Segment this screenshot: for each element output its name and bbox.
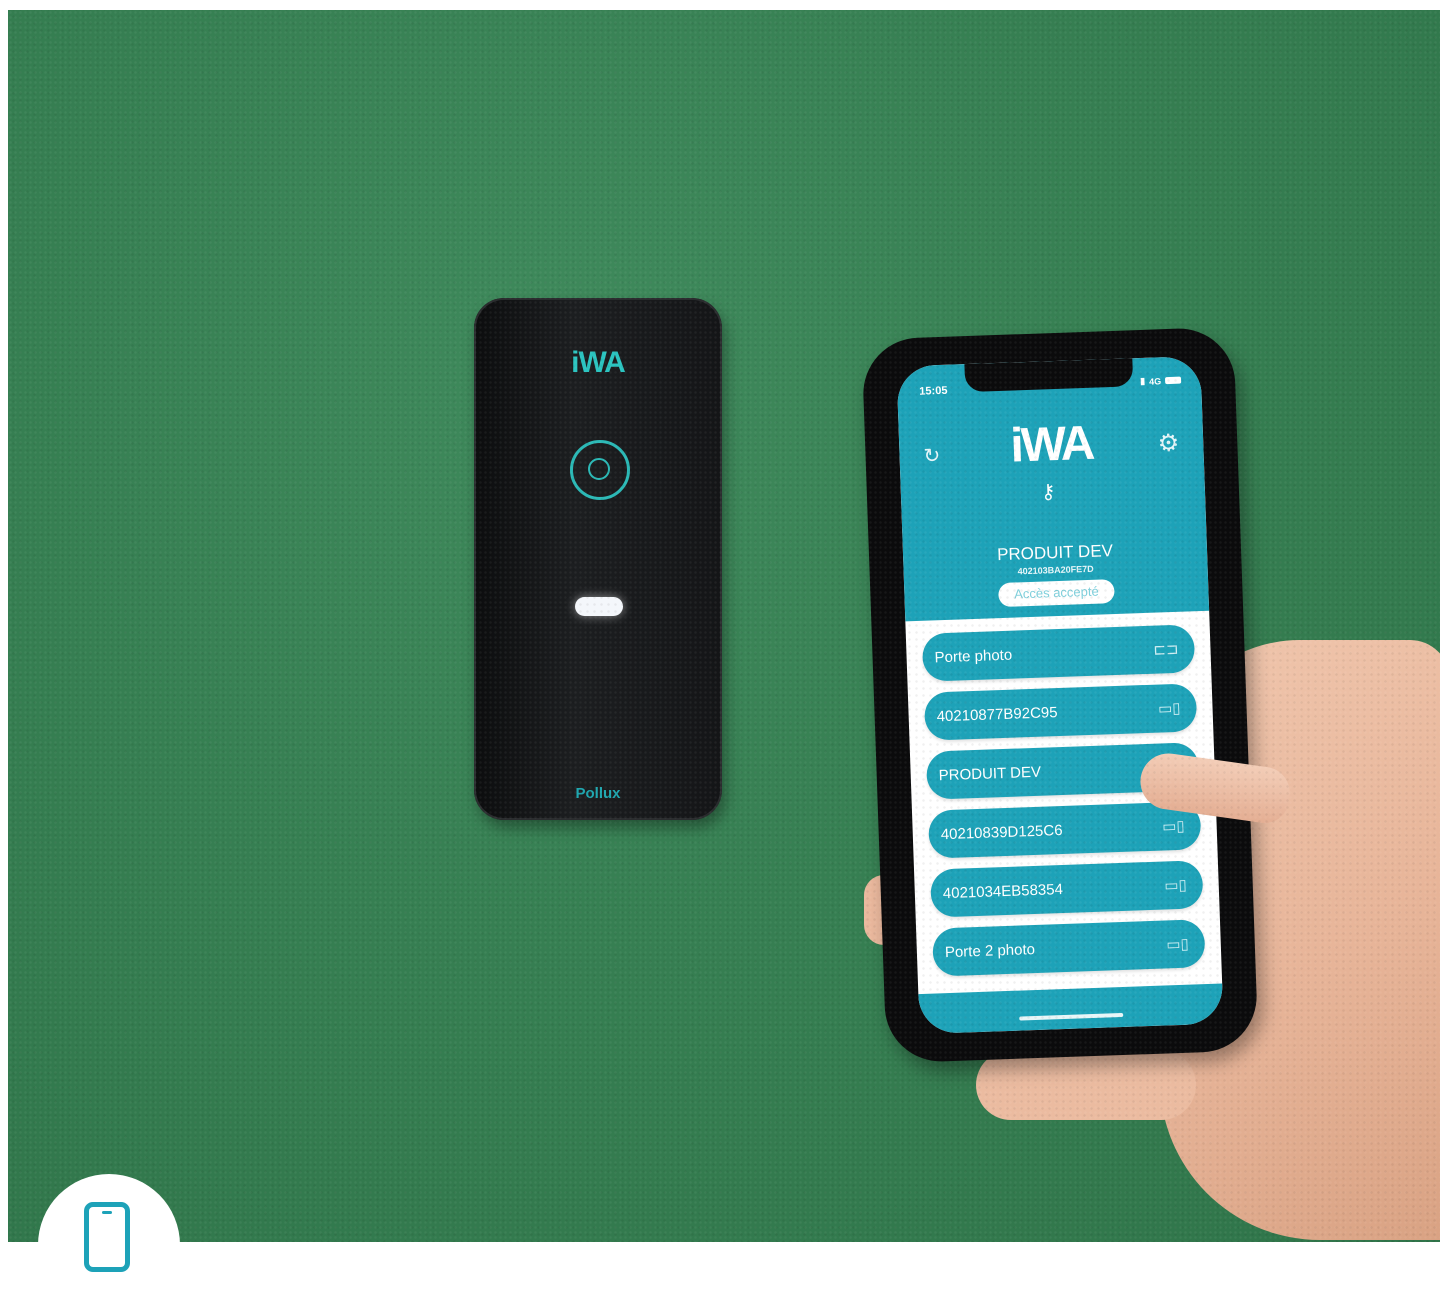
door-handle-icon: ⊏⊐	[1153, 640, 1179, 659]
signal-icon: ▮	[1139, 375, 1146, 387]
battery-icon	[1164, 376, 1182, 385]
network-label: 4G	[1148, 375, 1162, 387]
status-led	[575, 597, 623, 616]
door-item[interactable]: Porte photo ⊏⊐	[921, 624, 1196, 682]
phone-notch	[964, 358, 1134, 393]
nfc-target-icon	[570, 440, 630, 500]
partial-door-item	[918, 983, 1224, 1035]
door-item[interactable]: Porte 2 photo ▭▯	[932, 919, 1206, 977]
lock-icon: ▭▯	[1166, 935, 1190, 954]
door-label: 40210877B92C95	[936, 703, 1058, 725]
reader-logo: iWA	[571, 346, 626, 379]
finger-bottom	[976, 1050, 1196, 1120]
door-label: Porte 2 photo	[944, 940, 1036, 961]
access-status-badge: Accès accepté	[998, 579, 1115, 608]
phone-icon	[84, 1202, 130, 1272]
photo-background: iWA Pollux 15:05 ▮ 4G ↻ iWA ⚷ ⚙ PRODUIT …	[8, 10, 1440, 1242]
door-item[interactable]: 40210877B92C95 ▭▯	[923, 683, 1198, 741]
status-indicators: ▮ 4G	[1139, 375, 1182, 387]
lock-icon: ▭▯	[1157, 699, 1181, 718]
door-item[interactable]: 40210839D125C6 ▭▯	[927, 801, 1202, 859]
reader-brand: Pollux	[575, 785, 621, 802]
key-icon: ⚷	[1040, 481, 1056, 504]
mobile-badge	[38, 1174, 180, 1316]
door-label: Porte photo	[934, 646, 1013, 666]
smartphone: 15:05 ▮ 4G ↻ iWA ⚷ ⚙ PRODUIT DEV 402103B…	[861, 326, 1259, 1064]
door-label: 40210839D125C6	[940, 821, 1063, 843]
app-header: 15:05 ▮ 4G ↻ iWA ⚷ ⚙ PRODUIT DEV 402103B…	[896, 355, 1210, 622]
phone-screen: 15:05 ▮ 4G ↻ iWA ⚷ ⚙ PRODUIT DEV 402103B…	[896, 355, 1224, 1035]
lock-icon: ▭▯	[1161, 817, 1185, 836]
access-reader: iWA Pollux	[474, 298, 722, 820]
status-time: 15:05	[919, 384, 948, 398]
door-item[interactable]: 4021034EB58354 ▭▯	[930, 860, 1204, 918]
gear-icon[interactable]: ⚙	[1157, 429, 1180, 459]
door-label: 4021034EB58354	[942, 880, 1064, 902]
lock-icon: ▭▯	[1163, 876, 1188, 895]
door-label: PRODUIT DEV	[938, 763, 1042, 784]
